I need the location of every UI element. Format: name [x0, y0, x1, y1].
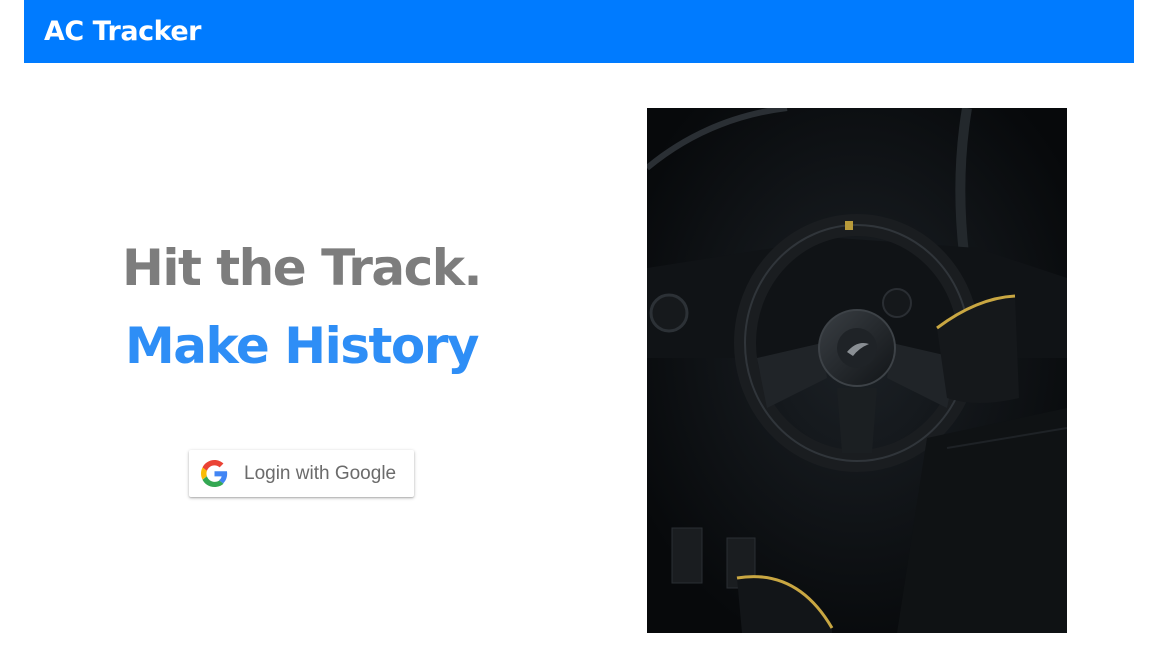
- brand-logo-text[interactable]: AC Tracker: [44, 16, 201, 47]
- headline-make-history: Make History: [125, 317, 479, 375]
- headline-hit-the-track: Hit the Track.: [121, 239, 483, 297]
- cockpit-photo: [647, 108, 1067, 633]
- login-with-google-button[interactable]: Login with Google: [189, 450, 414, 497]
- login-button-label: Login with Google: [244, 462, 397, 484]
- hero-section: Hit the Track. Make History Login with G…: [24, 63, 579, 660]
- top-navbar: AC Tracker: [24, 0, 1134, 63]
- google-g-icon: [201, 460, 228, 487]
